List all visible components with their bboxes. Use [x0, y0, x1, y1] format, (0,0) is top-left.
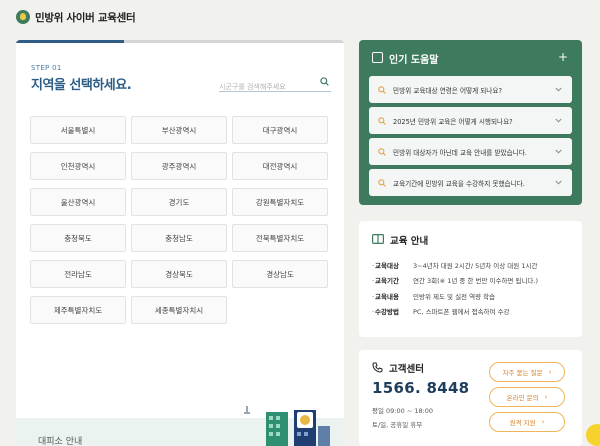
- education-info-value: PC, 스마트폰 웹에서 접속하여 수강: [413, 308, 510, 316]
- education-info-value: 민방위 제도 및 실전 역량 학습: [413, 293, 496, 301]
- education-info-row: ·수강방법 PC, 스마트폰 웹에서 접속하여 수강: [372, 306, 510, 316]
- region-button[interactable]: 광주광역시: [131, 152, 227, 180]
- chevron-down-icon: [555, 180, 562, 185]
- region-button[interactable]: 전라남도: [30, 260, 126, 288]
- phone-number[interactable]: 1566. 8448: [372, 379, 469, 397]
- business-hours: 평일 09:00 ~ 18:00: [372, 407, 434, 415]
- evacuation-label: 대피소 안내: [38, 437, 83, 446]
- region-button[interactable]: 대전광역시: [232, 152, 328, 180]
- popular-help-card: 인기 도움말 + 민방위 교육대상 연령은 어떻게 되나요? 2025년 민방위 …: [359, 40, 582, 205]
- customer-center-link-label: 자주 묻는 질문: [502, 369, 543, 377]
- region-button[interactable]: 대구광역시: [232, 116, 328, 144]
- logo-icon[interactable]: [16, 10, 30, 24]
- education-info-key: 교육내용: [375, 293, 399, 301]
- region-button[interactable]: 울산광역시: [30, 188, 126, 216]
- region-button[interactable]: 충청북도: [30, 224, 126, 252]
- faq-question: 민방위 교육대상 연령은 어떻게 되나요?: [393, 86, 502, 95]
- faq-question: 2025년 민방위 교육은 어떻게 시행되나요?: [393, 117, 513, 126]
- help-book-icon: [372, 52, 383, 63]
- education-info-row: ·교육내용 민방위 제도 및 실전 역량 학습: [372, 291, 495, 301]
- region-search-input[interactable]: [219, 79, 313, 95]
- chevron-down-icon: [555, 118, 562, 123]
- region-select-panel: STEP 01 지역을 선택하세요. 서울특별시부산광역시대구광역시인천광역시광…: [16, 40, 344, 446]
- region-button[interactable]: 강원특별자치도: [232, 188, 328, 216]
- magnifier-icon: [378, 178, 386, 187]
- customer-center-link[interactable]: 원격 지원 ›: [489, 412, 565, 432]
- chevron-down-icon: [555, 149, 562, 154]
- education-info-key: 수강방법: [375, 308, 399, 316]
- customer-center-link-label: 온라인 문의: [506, 394, 539, 402]
- chevron-right-icon: ›: [541, 418, 545, 426]
- region-search: [219, 74, 331, 95]
- faq-item[interactable]: 민방위 대상자가 아닌데 교육 안내를 받았습니다.: [369, 138, 572, 165]
- step-progress-bar: [16, 40, 344, 43]
- region-button[interactable]: 서울특별시: [30, 116, 126, 144]
- faq-item[interactable]: 교육기간에 민방위 교육을 수강하지 못했습니다.: [369, 169, 572, 196]
- site-header: 민방위 사이버 교육센터: [0, 0, 600, 34]
- education-info-key: 교육기간: [375, 277, 399, 285]
- education-info-row: ·교육대상 3~4년차 대원 2시간/ 5년차 이상 대원 1시간: [372, 260, 537, 270]
- region-button[interactable]: 부산광역시: [131, 116, 227, 144]
- customer-center-link[interactable]: 온라인 문의 ›: [489, 387, 565, 407]
- phone-icon: [372, 362, 383, 373]
- region-button[interactable]: 충청남도: [131, 224, 227, 252]
- customer-center-link[interactable]: 자주 묻는 질문 ›: [489, 362, 565, 382]
- closed-days: 토/일, 공휴일 휴무: [372, 421, 423, 429]
- education-info-value: 3~4년차 대원 2시간/ 5년차 이상 대원 1시간: [413, 262, 538, 270]
- magnifier-icon: [378, 85, 386, 94]
- magnifier-icon: [378, 147, 386, 156]
- education-info-value: 연간 3회(※ 1년 중 한 번만 이수하면 됩니다.): [413, 277, 539, 285]
- chatbot-button[interactable]: [586, 424, 600, 446]
- education-info-card: 교육 안내 ·교육대상 3~4년차 대원 2시간/ 5년차 이상 대원 1시간 ·교…: [359, 221, 582, 337]
- faq-question: 민방위 대상자가 아닌데 교육 안내를 받았습니다.: [393, 148, 527, 157]
- customer-center-title: 고객센터: [389, 364, 424, 375]
- customer-center-card: 고객센터 1566. 8448 평일 09:00 ~ 18:00 토/일, 공휴…: [359, 350, 582, 446]
- book-icon: [372, 234, 384, 244]
- region-button[interactable]: 제주특별자치도: [30, 296, 126, 324]
- chevron-right-icon: ›: [544, 393, 548, 401]
- region-button[interactable]: 경상남도: [232, 260, 328, 288]
- region-button[interactable]: 경기도: [131, 188, 227, 216]
- education-info-row: ·교육기간 연간 3회(※ 1년 중 한 번만 이수하면 됩니다.): [372, 275, 538, 285]
- customer-center-link-label: 원격 지원: [509, 419, 536, 427]
- popular-help-title: 인기 도움말: [389, 55, 439, 66]
- faq-item[interactable]: 2025년 민방위 교육은 어떻게 시행되나요?: [369, 107, 572, 134]
- chevron-down-icon: [555, 87, 562, 92]
- faq-item[interactable]: 민방위 교육대상 연령은 어떻게 되나요?: [369, 76, 572, 103]
- plus-icon[interactable]: +: [558, 51, 568, 63]
- region-button[interactable]: 인천광역시: [30, 152, 126, 180]
- step-label: STEP 01: [31, 64, 62, 72]
- faq-question: 교육기간에 민방위 교육을 수강하지 못했습니다.: [393, 179, 525, 188]
- search-icon[interactable]: [320, 77, 329, 86]
- education-info-key: 교육대상: [375, 262, 399, 270]
- education-info-title: 교육 안내: [390, 236, 429, 247]
- region-button[interactable]: 세종특별자치시: [131, 296, 227, 324]
- site-title[interactable]: 민방위 사이버 교육센터: [35, 10, 136, 25]
- step-progress-fill: [16, 40, 125, 43]
- page-title: 지역을 선택하세요.: [31, 78, 132, 93]
- city-buildings-illustration: [244, 406, 330, 446]
- chevron-right-icon: ›: [548, 368, 552, 376]
- magnifier-icon: [378, 116, 386, 125]
- region-button[interactable]: 전북특별자치도: [232, 224, 328, 252]
- region-button[interactable]: 경상북도: [131, 260, 227, 288]
